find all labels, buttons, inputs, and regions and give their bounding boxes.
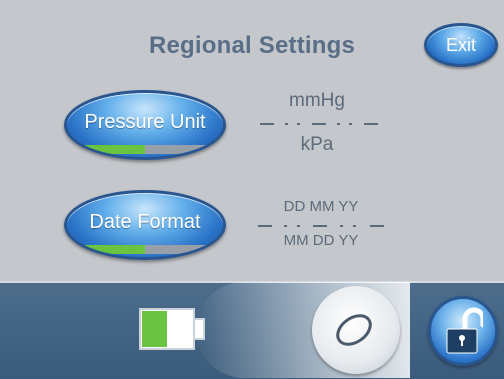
date-format-button[interactable]: Date Format: [64, 190, 226, 260]
regional-settings-screen: Regional Settings Exit Pressure Unit mmH…: [0, 0, 504, 379]
selection-indicator-inactive: [145, 145, 213, 154]
pressure-unit-label: Pressure Unit: [84, 111, 206, 133]
date-option-ddmmyy[interactable]: DD MM YY: [256, 198, 386, 215]
pressure-option-kpa[interactable]: kPa: [262, 134, 372, 156]
pressure-option-divider: [260, 123, 378, 125]
date-format-label: Date Format: [89, 211, 201, 233]
date-option-mmddyy[interactable]: MM DD YY: [256, 232, 386, 249]
open-padlock-icon: [446, 307, 483, 354]
battery-level-fill: [142, 311, 167, 347]
selection-indicator-active: [79, 245, 145, 254]
date-option-divider: [258, 225, 384, 227]
pressure-unit-button[interactable]: Pressure Unit: [64, 90, 226, 160]
exit-button[interactable]: Exit: [424, 23, 498, 67]
selection-indicator-inactive: [145, 245, 213, 254]
lock-button[interactable]: [428, 296, 498, 366]
selection-indicator-active: [79, 145, 145, 154]
slider-grip-icon: [336, 314, 372, 346]
pressure-option-mmhg[interactable]: mmHg: [262, 90, 372, 112]
